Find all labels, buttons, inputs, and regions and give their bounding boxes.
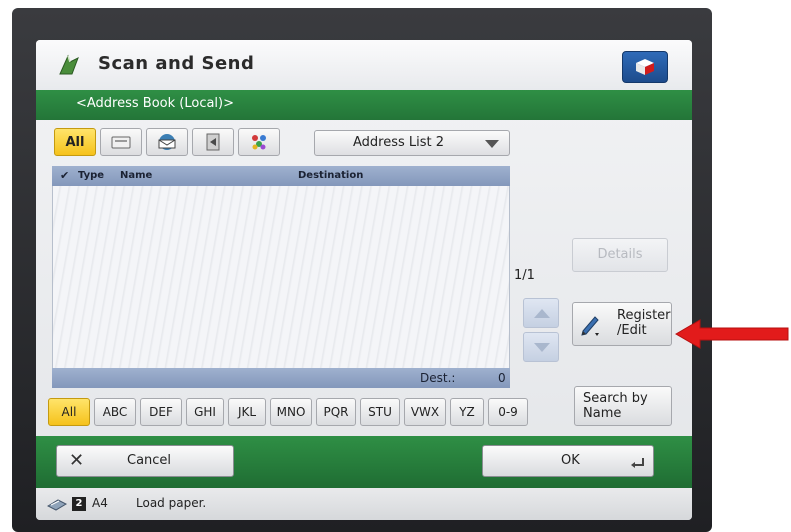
register-edit-label: Register /Edit [617, 308, 671, 338]
scan-send-icon [59, 54, 79, 75]
ok-button[interactable]: OK [482, 445, 654, 477]
close-icon: ✕ [69, 450, 85, 471]
title-bar: Scan and Send [36, 40, 692, 90]
table-header: ✔ Type Name Destination [52, 166, 510, 186]
alpha-tab-yz[interactable]: YZ [450, 398, 484, 426]
page-indicator: 1/1 [514, 268, 535, 283]
page-title: Scan and Send [98, 53, 255, 74]
arrow-down-icon [534, 343, 550, 352]
touch-screen: Scan and Send <Address Book (Local)> All [36, 40, 692, 520]
box-icon [636, 59, 654, 75]
alpha-tab-jkl[interactable]: JKL [228, 398, 266, 426]
dest-count-label: Dest.: [420, 371, 456, 385]
checkmark-icon: ✔ [60, 169, 70, 182]
pen-icon [581, 316, 599, 336]
register-edit-button[interactable]: Register /Edit [572, 302, 672, 346]
search-by-name-label: Search by Name [583, 391, 648, 421]
scroll-up-button[interactable] [523, 298, 559, 328]
status-monitor-button[interactable] [622, 51, 668, 83]
filter-group-button[interactable] [238, 128, 280, 156]
email-icon [158, 134, 176, 150]
tray-number: 2 [72, 497, 86, 511]
alpha-tab-mno[interactable]: MNO [270, 398, 312, 426]
alpha-tab-all[interactable]: All [48, 398, 90, 426]
column-destination: Destination [298, 170, 364, 181]
alpha-tab-abc[interactable]: ABC [94, 398, 136, 426]
file-server-icon [206, 133, 220, 151]
alpha-tab-ghi[interactable]: GHI [186, 398, 224, 426]
action-bar: ✕ Cancel OK [36, 436, 692, 488]
column-name: Name [120, 170, 153, 181]
cancel-button[interactable]: ✕ Cancel [56, 445, 234, 477]
details-button[interactable]: Details [572, 238, 668, 272]
filter-fax-button[interactable] [100, 128, 142, 156]
address-table-body[interactable] [52, 186, 510, 368]
chevron-down-icon [485, 140, 499, 148]
alpha-tab-vwx[interactable]: VWX [404, 398, 446, 426]
group-icon [252, 135, 266, 150]
status-bar: 2 A4 Load paper. [36, 488, 692, 520]
ok-label: OK [561, 453, 580, 468]
search-by-name-button[interactable]: Search by Name [574, 386, 672, 426]
scroll-down-button[interactable] [523, 332, 559, 362]
cancel-label: Cancel [127, 453, 172, 468]
column-type: Type [78, 170, 105, 181]
fax-icon [111, 136, 131, 149]
paper-tray-icon [46, 499, 68, 511]
filter-file-button[interactable] [192, 128, 234, 156]
table-footer: Dest.: 0 [52, 368, 510, 388]
enter-icon [631, 458, 644, 468]
alpha-tab-pqr[interactable]: PQR [316, 398, 356, 426]
filter-all-label: All [65, 134, 85, 150]
address-list-select[interactable]: Address List 2 [314, 130, 510, 156]
arrow-up-icon [534, 309, 550, 318]
filter-email-button[interactable] [146, 128, 188, 156]
status-message: Load paper. [136, 496, 207, 510]
breadcrumb: <Address Book (Local)> [76, 96, 235, 111]
alpha-tab-stu[interactable]: STU [360, 398, 400, 426]
breadcrumb-bar: <Address Book (Local)> [36, 90, 692, 120]
address-list-value: Address List 2 [353, 135, 445, 150]
dest-count-value: 0 [498, 371, 506, 385]
filter-all-button[interactable]: All [54, 128, 96, 156]
alpha-tab-def[interactable]: DEF [140, 398, 182, 426]
alpha-tab-0-9[interactable]: 0-9 [488, 398, 528, 426]
paper-size: A4 [92, 496, 108, 510]
annotation-arrow-icon [675, 319, 789, 349]
